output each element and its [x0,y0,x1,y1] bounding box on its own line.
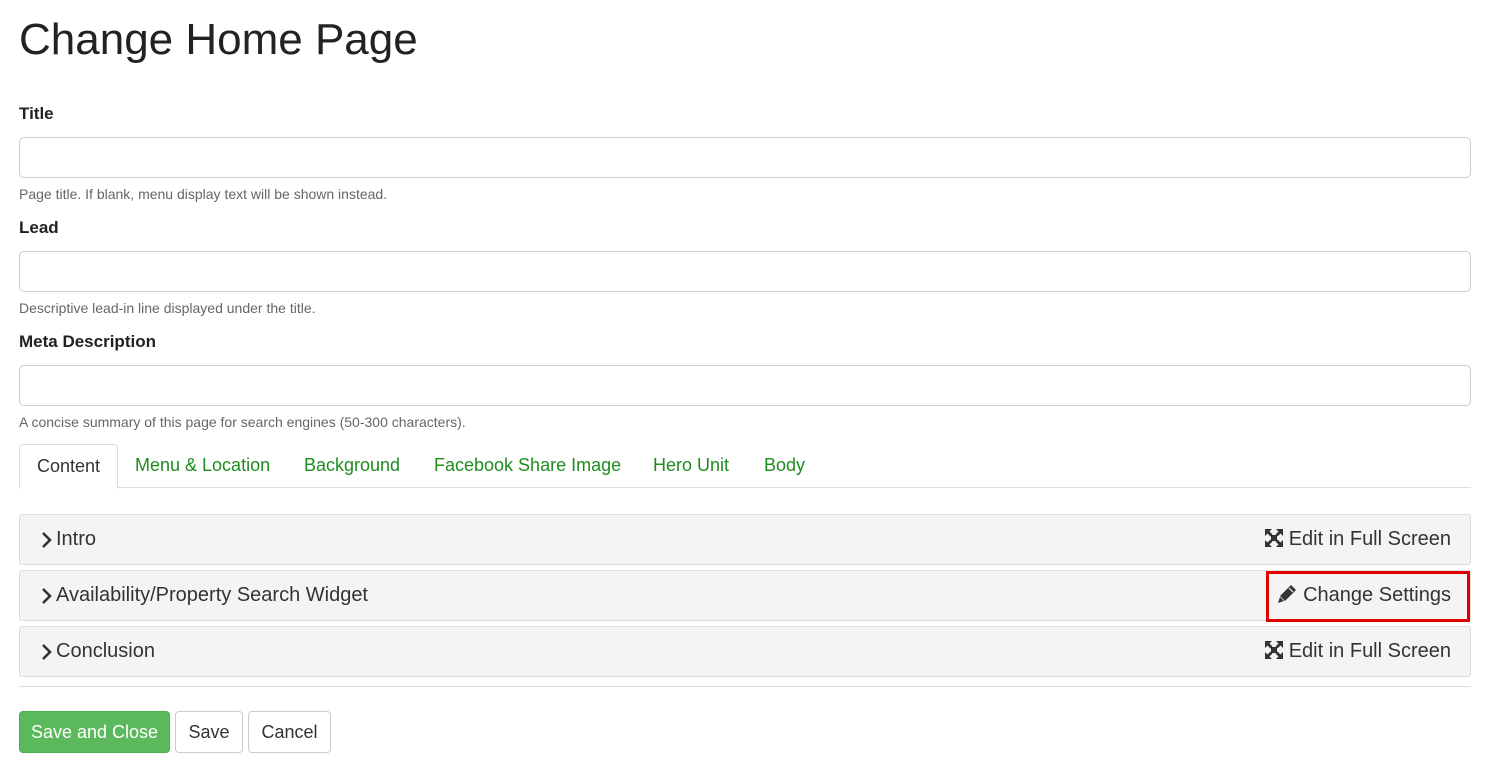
panel-intro[interactable]: Intro Edit in Full Screen [19,514,1471,565]
lead-field-group: Lead Descriptive lead-in line displayed … [19,217,1471,317]
title-field-group: Title Page title. If blank, menu display… [19,103,1471,203]
panel-conclusion[interactable]: Conclusion Edit in Full Screen [19,626,1471,677]
edit-full-screen-label: Edit in Full Screen [1288,640,1451,662]
tab-hero-unit[interactable]: Hero Unit [653,444,729,488]
edit-full-screen-button[interactable]: Edit in Full Screen [1264,515,1451,564]
tab-background[interactable]: Background [304,444,400,488]
meta-description-help-text: A concise summary of this page for searc… [19,414,466,430]
chevron-right-icon [42,644,52,660]
page-title: Change Home Page [19,15,418,64]
tab-menu-location[interactable]: Menu & Location [135,444,270,488]
tab-content[interactable]: Content [19,444,119,489]
title-input[interactable] [19,137,1471,178]
title-help-text: Page title. If blank, menu display text … [19,186,388,202]
edit-full-screen-label: Edit in Full Screen [1288,528,1451,550]
panel-availability-search-widget[interactable]: Availability/Property Search Widget Chan… [19,570,1471,622]
lead-input[interactable] [19,251,1471,292]
lead-help-text: Descriptive lead-in line displayed under… [19,300,316,316]
panel-intro-title: Intro [56,528,97,550]
highlight-box [1266,571,1470,622]
edit-full-screen-button[interactable]: Edit in Full Screen [1264,627,1451,676]
panel-conclusion-title: Conclusion [56,640,155,662]
tab-facebook-share-image[interactable]: Facebook Share Image [434,444,621,488]
save-and-close-button[interactable]: Save and Close [19,711,170,753]
tab-bar: Content Menu & Location Background Faceb… [19,444,1471,489]
cancel-button[interactable]: Cancel [248,711,331,753]
expand-icon [1264,641,1283,659]
chevron-right-icon [42,532,52,548]
lead-label: Lead [19,218,59,237]
expand-icon [1264,529,1283,547]
meta-description-input[interactable] [19,365,1471,406]
chevron-right-icon [42,588,52,604]
panel-availability-title: Availability/Property Search Widget [56,584,368,606]
meta-description-label: Meta Description [19,332,156,351]
title-label: Title [19,104,54,123]
save-button[interactable]: Save [175,711,243,753]
form-divider [19,686,1471,687]
meta-description-field-group: Meta Description A concise summary of th… [19,331,1471,431]
tab-body[interactable]: Body [764,444,805,488]
